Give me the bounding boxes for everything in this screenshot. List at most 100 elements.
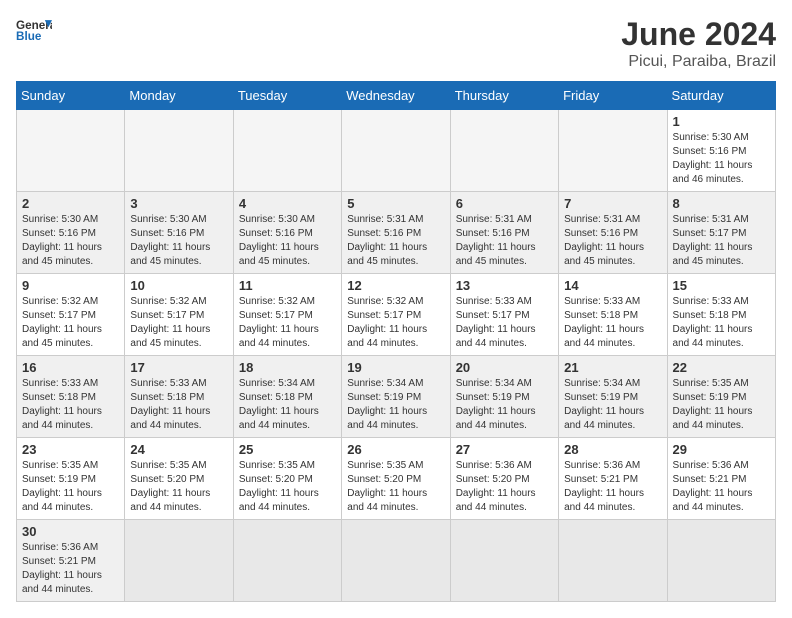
calendar-cell: 9 Sunrise: 5:32 AMSunset: 5:17 PMDaylight… bbox=[17, 274, 125, 356]
day-number: 15 bbox=[673, 278, 770, 293]
day-info: Sunrise: 5:31 AMSunset: 5:16 PMDaylight:… bbox=[564, 213, 661, 269]
calendar-cell: 8 Sunrise: 5:31 AMSunset: 5:17 PMDaylight… bbox=[667, 192, 775, 274]
day-number: 17 bbox=[130, 360, 227, 375]
calendar-cell: 19Sunrise: 5:34 AMSunset: 5:19 PMDayligh… bbox=[342, 356, 450, 438]
day-info: Sunrise: 5:31 AMSunset: 5:17 PMDaylight:… bbox=[673, 213, 770, 269]
day-number: 25 bbox=[239, 442, 336, 457]
header-wednesday: Wednesday bbox=[342, 82, 450, 110]
day-info: Sunrise: 5:34 AMSunset: 5:18 PMDaylight:… bbox=[239, 377, 336, 433]
day-info: Sunrise: 5:34 AMSunset: 5:19 PMDaylight:… bbox=[347, 377, 444, 433]
day-info: Sunrise: 5:35 AMSunset: 5:19 PMDaylight:… bbox=[673, 377, 770, 433]
calendar-cell: 25Sunrise: 5:35 AMSunset: 5:20 PMDayligh… bbox=[233, 438, 341, 520]
day-info: Sunrise: 5:33 AMSunset: 5:18 PMDaylight:… bbox=[564, 295, 661, 351]
day-info: Sunrise: 5:34 AMSunset: 5:19 PMDaylight:… bbox=[564, 377, 661, 433]
day-number: 13 bbox=[456, 278, 553, 293]
day-number: 29 bbox=[673, 442, 770, 457]
calendar-cell: 18 Sunrise: 5:34 AMSunset: 5:18 PMDayligh… bbox=[233, 356, 341, 438]
calendar-cell: 20 Sunrise: 5:34 AMSunset: 5:19 PMDayligh… bbox=[450, 356, 558, 438]
calendar-cell: 1Sunrise: 5:30 AMSunset: 5:16 PMDaylight… bbox=[667, 110, 775, 192]
day-info: Sunrise: 5:36 AMSunset: 5:20 PMDaylight:… bbox=[456, 459, 553, 515]
week-row-1: 1Sunrise: 5:30 AMSunset: 5:16 PMDaylight… bbox=[17, 110, 776, 192]
calendar-cell: 3Sunrise: 5:30 AMSunset: 5:16 PMDaylight… bbox=[125, 192, 233, 274]
day-info: Sunrise: 5:30 AMSunset: 5:16 PMDaylight:… bbox=[22, 213, 119, 269]
calendar-cell bbox=[450, 520, 558, 602]
day-info: Sunrise: 5:33 AMSunset: 5:18 PMDaylight:… bbox=[130, 377, 227, 433]
calendar-cell bbox=[342, 520, 450, 602]
day-number: 30 bbox=[22, 524, 119, 539]
calendar-cell: 14 Sunrise: 5:33 AMSunset: 5:18 PMDayligh… bbox=[559, 274, 667, 356]
day-info: Sunrise: 5:32 AMSunset: 5:17 PMDaylight:… bbox=[347, 295, 444, 351]
calendar-cell bbox=[125, 520, 233, 602]
calendar-cell bbox=[125, 110, 233, 192]
day-number: 9 bbox=[22, 278, 119, 293]
day-number: 23 bbox=[22, 442, 119, 457]
day-info: Sunrise: 5:32 AMSunset: 5:17 PMDaylight:… bbox=[130, 295, 227, 351]
calendar-header-row: SundayMondayTuesdayWednesdayThursdayFrid… bbox=[17, 82, 776, 110]
day-number: 11 bbox=[239, 278, 336, 293]
calendar-cell: 16 Sunrise: 5:33 AMSunset: 5:18 PMDayligh… bbox=[17, 356, 125, 438]
day-number: 7 bbox=[564, 196, 661, 211]
day-number: 6 bbox=[456, 196, 553, 211]
day-info: Sunrise: 5:33 AMSunset: 5:17 PMDaylight:… bbox=[456, 295, 553, 351]
calendar-cell bbox=[559, 110, 667, 192]
logo-icon: General Blue bbox=[16, 16, 52, 44]
calendar-cell bbox=[233, 110, 341, 192]
day-info: Sunrise: 5:35 AMSunset: 5:19 PMDaylight:… bbox=[22, 459, 119, 515]
day-number: 21 bbox=[564, 360, 661, 375]
page-title: June 2024 bbox=[621, 16, 776, 53]
calendar-cell: 5Sunrise: 5:31 AMSunset: 5:16 PMDaylight… bbox=[342, 192, 450, 274]
calendar-cell: 17 Sunrise: 5:33 AMSunset: 5:18 PMDayligh… bbox=[125, 356, 233, 438]
calendar-cell: 22 Sunrise: 5:35 AMSunset: 5:19 PMDayligh… bbox=[667, 356, 775, 438]
day-info: Sunrise: 5:31 AMSunset: 5:16 PMDaylight:… bbox=[347, 213, 444, 269]
day-number: 24 bbox=[130, 442, 227, 457]
calendar-cell: 10 Sunrise: 5:32 AMSunset: 5:17 PMDayligh… bbox=[125, 274, 233, 356]
calendar-cell bbox=[667, 520, 775, 602]
header-monday: Monday bbox=[125, 82, 233, 110]
day-info: Sunrise: 5:30 AMSunset: 5:16 PMDaylight:… bbox=[673, 131, 770, 187]
day-info: Sunrise: 5:33 AMSunset: 5:18 PMDaylight:… bbox=[22, 377, 119, 433]
calendar-cell bbox=[559, 520, 667, 602]
calendar-cell: 4 Sunrise: 5:30 AMSunset: 5:16 PMDaylight… bbox=[233, 192, 341, 274]
day-info: Sunrise: 5:32 AMSunset: 5:17 PMDaylight:… bbox=[22, 295, 119, 351]
page-subtitle: Picui, Paraiba, Brazil bbox=[621, 53, 776, 71]
day-info: Sunrise: 5:35 AMSunset: 5:20 PMDaylight:… bbox=[130, 459, 227, 515]
svg-text:Blue: Blue bbox=[16, 30, 42, 43]
day-info: Sunrise: 5:34 AMSunset: 5:19 PMDaylight:… bbox=[456, 377, 553, 433]
day-number: 4 bbox=[239, 196, 336, 211]
week-row-3: 9 Sunrise: 5:32 AMSunset: 5:17 PMDaylight… bbox=[17, 274, 776, 356]
calendar-cell: 13 Sunrise: 5:33 AMSunset: 5:17 PMDayligh… bbox=[450, 274, 558, 356]
day-number: 27 bbox=[456, 442, 553, 457]
logo: General Blue bbox=[16, 16, 52, 44]
calendar-cell: 27 Sunrise: 5:36 AMSunset: 5:20 PMDayligh… bbox=[450, 438, 558, 520]
calendar-cell: 12Sunrise: 5:32 AMSunset: 5:17 PMDayligh… bbox=[342, 274, 450, 356]
day-number: 8 bbox=[673, 196, 770, 211]
day-info: Sunrise: 5:31 AMSunset: 5:16 PMDaylight:… bbox=[456, 213, 553, 269]
week-row-6: 30 Sunrise: 5:36 AMSunset: 5:21 PMDayligh… bbox=[17, 520, 776, 602]
day-number: 28 bbox=[564, 442, 661, 457]
calendar-cell bbox=[17, 110, 125, 192]
day-number: 26 bbox=[347, 442, 444, 457]
day-info: Sunrise: 5:30 AMSunset: 5:16 PMDaylight:… bbox=[130, 213, 227, 269]
week-row-2: 2 Sunrise: 5:30 AMSunset: 5:16 PMDaylight… bbox=[17, 192, 776, 274]
day-number: 2 bbox=[22, 196, 119, 211]
day-info: Sunrise: 5:33 AMSunset: 5:18 PMDaylight:… bbox=[673, 295, 770, 351]
day-number: 14 bbox=[564, 278, 661, 293]
header-thursday: Thursday bbox=[450, 82, 558, 110]
day-number: 16 bbox=[22, 360, 119, 375]
calendar-cell: 2 Sunrise: 5:30 AMSunset: 5:16 PMDaylight… bbox=[17, 192, 125, 274]
calendar-cell: 23 Sunrise: 5:35 AMSunset: 5:19 PMDayligh… bbox=[17, 438, 125, 520]
calendar-cell: 11Sunrise: 5:32 AMSunset: 5:17 PMDayligh… bbox=[233, 274, 341, 356]
day-number: 10 bbox=[130, 278, 227, 293]
calendar-cell bbox=[342, 110, 450, 192]
page-header: General Blue June 2024 Picui, Paraiba, B… bbox=[16, 16, 776, 71]
calendar-cell: 29Sunrise: 5:36 AMSunset: 5:21 PMDayligh… bbox=[667, 438, 775, 520]
day-info: Sunrise: 5:30 AMSunset: 5:16 PMDaylight:… bbox=[239, 213, 336, 269]
title-block: June 2024 Picui, Paraiba, Brazil bbox=[621, 16, 776, 71]
calendar-cell: 26Sunrise: 5:35 AMSunset: 5:20 PMDayligh… bbox=[342, 438, 450, 520]
day-info: Sunrise: 5:36 AMSunset: 5:21 PMDaylight:… bbox=[22, 541, 119, 597]
calendar-cell: 21 Sunrise: 5:34 AMSunset: 5:19 PMDayligh… bbox=[559, 356, 667, 438]
day-number: 18 bbox=[239, 360, 336, 375]
calendar-cell: 7 Sunrise: 5:31 AMSunset: 5:16 PMDaylight… bbox=[559, 192, 667, 274]
day-number: 20 bbox=[456, 360, 553, 375]
day-number: 22 bbox=[673, 360, 770, 375]
